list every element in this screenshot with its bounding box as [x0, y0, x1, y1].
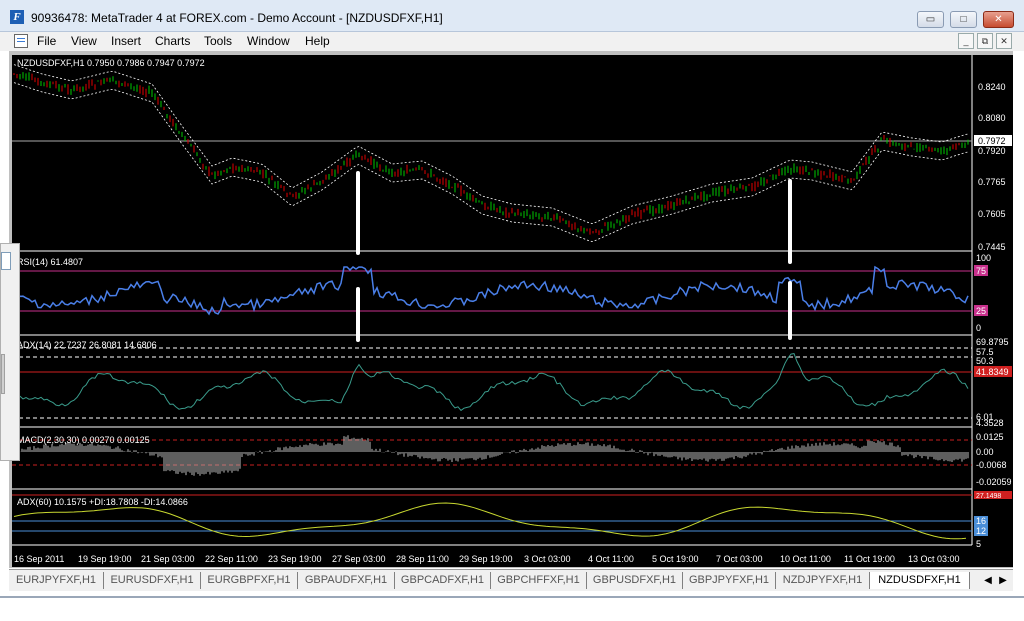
envelope-upper-band: [13, 64, 969, 224]
time-label: 10 Oct 11:00: [780, 554, 831, 564]
symbol-header: NZDUSDFXF,H1 0.7950 0.7986 0.7947 0.7972: [17, 58, 205, 68]
chart-close-button[interactable]: ✕: [996, 33, 1012, 49]
chart-restore-button[interactable]: ⧉: [977, 33, 993, 49]
macd-scale: 0.00: [976, 447, 994, 457]
rsi-header: RSI(14) 61.4807: [17, 257, 83, 267]
time-label: 5 Oct 19:00: [652, 554, 699, 564]
time-axis: 16 Sep 2011 19 Sep 19:00 21 Sep 03:00 22…: [14, 554, 960, 564]
tab-scroll-right-icon[interactable]: ▶: [996, 573, 1010, 588]
status-strip: [0, 596, 1024, 598]
time-label: 11 Oct 19:00: [844, 554, 895, 564]
time-label: 4 Oct 11:00: [588, 554, 634, 564]
menu-bar: File View Insert Charts Tools Window Hel…: [0, 32, 1024, 51]
navigator-scrollbar[interactable]: [1, 354, 5, 394]
menu-window[interactable]: Window: [247, 34, 290, 48]
menu-file[interactable]: File: [37, 34, 56, 48]
rsi-scale-100: 100: [976, 253, 991, 263]
maximize-button[interactable]: □: [950, 11, 977, 28]
adx14-scale-top: 69.8795: [976, 337, 1009, 347]
time-label: 16 Sep 2011: [14, 554, 64, 564]
tab-gbpchffxf[interactable]: GBPCHFFXF,H1: [491, 572, 587, 589]
adx60-header: ADX(60) 10.1575 +DI:18.7808 -DI:14.0866: [17, 497, 188, 507]
window-title: 90936478: MetaTrader 4 at FOREX.com - De…: [31, 11, 443, 25]
tab-gbpcadfxf[interactable]: GBPCADFXF,H1: [395, 572, 491, 589]
rsi-level-75-label: 75: [976, 266, 986, 276]
adx14-line: [13, 353, 969, 412]
time-label: 29 Sep 19:00: [459, 554, 513, 564]
navigator-input[interactable]: [1, 252, 11, 270]
price-axis: 0.8240 0.8080 0.7920 0.7765 0.7605 0.744…: [978, 82, 1006, 252]
tab-eurjpyfxf[interactable]: EURJPYFXF,H1: [9, 572, 104, 589]
current-price-label: 0.7972: [978, 136, 1006, 146]
chart-window[interactable]: NZDUSDFXF,H1 0.7950 0.7986 0.7947 0.7972…: [12, 55, 1013, 567]
navigator-panel-edge: [0, 243, 20, 461]
adx14-level: 50.3: [976, 356, 994, 366]
envelope-lower-band: [13, 82, 969, 242]
price-label: 0.7605: [978, 209, 1006, 219]
envelope-bands: [13, 64, 969, 242]
macd-scale: -0.02059: [976, 477, 1012, 487]
tab-nzdjpyfxf[interactable]: NZDJPYFXF,H1: [776, 572, 870, 589]
price-label: 0.8240: [978, 82, 1006, 92]
macd-scale: -0.0068: [976, 460, 1007, 470]
adx60-level-12-label: 12: [976, 526, 986, 536]
menu-insert[interactable]: Insert: [111, 34, 141, 48]
menu-view[interactable]: View: [71, 34, 97, 48]
chart-tab-bar: EURJPYFXF,H1 EURUSDFXF,H1 EURGBPFXF,H1 G…: [9, 569, 1013, 591]
rsi-level-25-label: 25: [976, 306, 986, 316]
tab-eurgbpfxf[interactable]: EURGBPFXF,H1: [201, 572, 298, 589]
menu-charts[interactable]: Charts: [155, 34, 190, 48]
rsi-line: [13, 265, 969, 316]
annotation-markers: [356, 171, 792, 342]
time-label: 3 Oct 03:00: [524, 554, 571, 564]
time-label: 22 Sep 11:00: [205, 554, 258, 564]
time-label: 19 Sep 19:00: [78, 554, 132, 564]
tab-gbpjpyfxf[interactable]: GBPJPYFXF,H1: [683, 572, 776, 589]
macd-scale: 0.0125: [976, 432, 1004, 442]
price-label: 0.7765: [978, 177, 1006, 187]
macd-header: MACD(2,30,30) 0.00270 0.00125: [17, 435, 150, 445]
time-label: 7 Oct 03:00: [716, 554, 763, 564]
candlestick-series: [13, 72, 969, 235]
menu-help[interactable]: Help: [305, 34, 330, 48]
time-label: 13 Oct 03:00: [908, 554, 960, 564]
time-label: 28 Sep 11:00: [396, 554, 449, 564]
menu-tools[interactable]: Tools: [204, 34, 232, 48]
adx14-scale-bottom: 4.3528: [976, 418, 1004, 428]
adx60-top-label: 27.1498: [976, 493, 1001, 500]
time-label: 27 Sep 03:00: [332, 554, 386, 564]
price-label: 0.7920: [978, 146, 1006, 156]
adx14-current-label: 41.8349: [976, 367, 1009, 377]
adx60-level-16-label: 16: [976, 516, 986, 526]
price-chart[interactable]: NZDUSDFXF,H1 0.7950 0.7986 0.7947 0.7972…: [12, 55, 1013, 567]
adx14-header: ADX(14) 22.7237 26.8081 14.6806: [17, 340, 157, 350]
macd-histogram: [13, 435, 969, 476]
price-label: 0.7445: [978, 242, 1006, 252]
minimize-button[interactable]: ▭: [917, 11, 944, 28]
time-label: 23 Sep 19:00: [268, 554, 322, 564]
close-button[interactable]: ✕: [983, 11, 1014, 28]
tab-gbpaudfxf[interactable]: GBPAUDFXF,H1: [298, 572, 395, 589]
title-bar: F 90936478: MetaTrader 4 at FOREX.com - …: [0, 0, 1024, 32]
time-label: 21 Sep 03:00: [141, 554, 195, 564]
chart-minimize-button[interactable]: _: [958, 33, 974, 49]
price-label: 0.8080: [978, 113, 1006, 123]
tab-gbpusdfxf[interactable]: GBPUSDFXF,H1: [587, 572, 683, 589]
chart-document-icon[interactable]: [14, 34, 28, 48]
tab-nzdusdfxf[interactable]: NZDUSDFXF,H1: [870, 572, 970, 589]
tab-scroll-left-icon[interactable]: ◀: [981, 573, 995, 588]
metatrader-app-icon: F: [10, 10, 24, 24]
rsi-scale-0: 0: [976, 323, 981, 333]
tab-eurusdfxf[interactable]: EURUSDFXF,H1: [104, 572, 201, 589]
adx60-scale-5: 5: [976, 539, 981, 549]
